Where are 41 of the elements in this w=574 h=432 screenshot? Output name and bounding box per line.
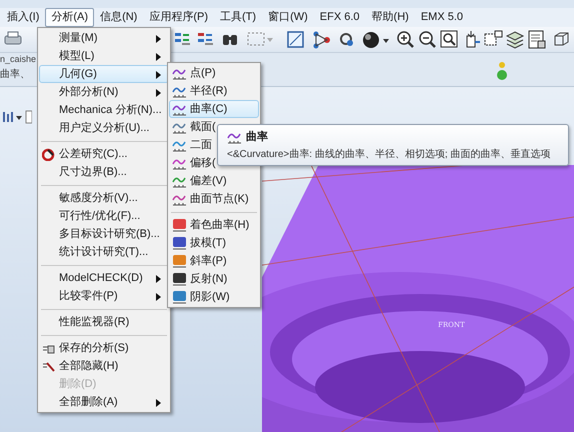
menu-item[interactable]: 偏差(V) — [169, 172, 259, 190]
tooltip-text: <&Curvature>曲率: 曲线的曲率、半径、相切选项; 曲面的曲率、垂直选项 — [227, 148, 550, 161]
menu-item[interactable]: 统计设计研究(T)... — [39, 243, 169, 261]
menu-bar-item[interactable]: EMX 5.0 — [414, 8, 469, 27]
file-name-text: n_caishe — [0, 53, 36, 65]
tooltip-title: 曲率 — [246, 130, 268, 145]
menu-item[interactable]: 敏感度分析(V)... — [39, 189, 169, 207]
menu-item[interactable]: 外部分析(N) — [39, 83, 169, 101]
status-text: 曲率、 — [0, 68, 30, 81]
menu-bar-item[interactable]: 应用程序(P) — [143, 8, 214, 27]
menu-item[interactable]: 尺寸边界(B)... — [39, 163, 169, 181]
menu-item[interactable]: 公差研究(C)... — [39, 145, 169, 163]
menu-item[interactable]: 曲面节点(K) — [169, 190, 259, 208]
menu-item[interactable]: 测量(M) — [39, 29, 169, 47]
menu-item[interactable]: ModelCHECK(D) — [39, 269, 169, 287]
menu-item[interactable]: 保存的分析(S) — [39, 339, 169, 357]
menu-bar-item[interactable]: 帮助(H) — [366, 8, 415, 27]
menu-bar-item[interactable]: 信息(N) — [94, 8, 144, 27]
menu-item[interactable]: 阴影(W) — [169, 288, 259, 306]
menu-item[interactable]: 点(P) — [169, 64, 259, 82]
menu-item[interactable]: 反射(N) — [169, 270, 259, 288]
menu-item[interactable]: 全部隐藏(H) — [39, 357, 169, 375]
menu-item[interactable]: 可行性/优化(F)... — [39, 207, 169, 225]
menu-item[interactable]: 曲率(C) — [169, 100, 259, 118]
menu-item[interactable]: 斜率(P) — [169, 252, 259, 270]
menu-item[interactable]: 比较零件(P) — [39, 287, 169, 305]
menu-item[interactable]: Mechanica 分析(N)... — [39, 101, 169, 119]
menu-item[interactable]: 拔模(T) — [169, 234, 259, 252]
menu-bar-item[interactable]: EFX 6.0 — [314, 8, 366, 27]
menu-item[interactable]: 模型(L) — [39, 47, 169, 65]
menu-item[interactable]: 着色曲率(H) — [169, 216, 259, 234]
menu-bar-item[interactable]: 工具(T) — [214, 8, 262, 27]
menu-bar-item[interactable]: 插入(I) — [1, 8, 46, 27]
menu-bar-item[interactable]: 窗口(W) — [262, 8, 314, 27]
menu-item[interactable]: 用户定义分析(U)... — [39, 119, 169, 137]
menu-item[interactable]: 全部删除(A) — [39, 393, 169, 411]
menu-item[interactable]: 半径(R) — [169, 82, 259, 100]
menu-item[interactable]: 性能监视器(R) — [39, 313, 169, 331]
menu-item[interactable]: 多目标设计研究(B)... — [39, 225, 169, 243]
menu-item[interactable]: 几何(G) — [39, 65, 169, 83]
menu-bar-item[interactable]: 分析(A) — [45, 8, 94, 27]
